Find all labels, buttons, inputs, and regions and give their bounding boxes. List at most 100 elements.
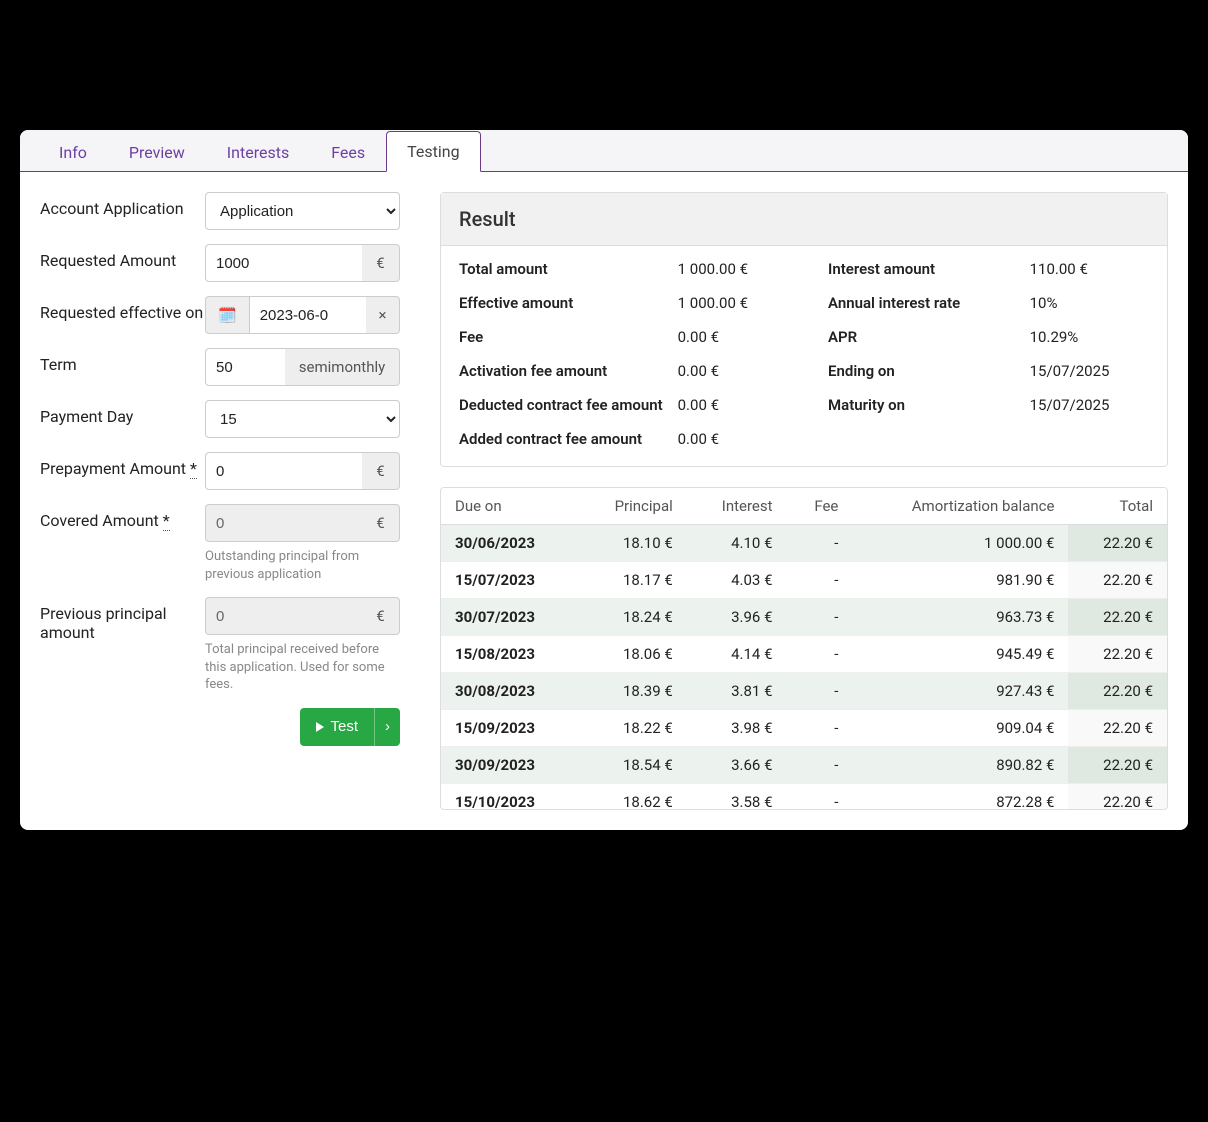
currency-addon: € [362, 504, 400, 542]
schedule-header: Due on [441, 488, 578, 525]
tab-preview[interactable]: Preview [108, 132, 206, 172]
result-label: Total amount [459, 252, 664, 286]
term-label: Term [40, 348, 205, 374]
result-value: 0.00 € [678, 320, 814, 354]
result-value: 1 000.00 € [678, 252, 814, 286]
covered-amount-input [205, 504, 362, 542]
result-label: Added contract fee amount [459, 422, 664, 456]
account-application-select[interactable]: Application [205, 192, 400, 230]
currency-addon: € [362, 597, 400, 635]
covered-asterisk: * [163, 511, 170, 531]
prepayment-asterisk: * [190, 459, 197, 479]
form-panel: Account Application Application Requeste… [40, 192, 400, 810]
schedule-cell: 3.98 € [687, 710, 787, 747]
schedule-table-wrapper: Due onPrincipalInterestFeeAmortization b… [440, 487, 1168, 810]
schedule-cell: 3.96 € [687, 599, 787, 636]
tab-testing[interactable]: Testing [386, 131, 480, 172]
schedule-cell: 15/08/2023 [441, 636, 578, 673]
prepayment-amount-input[interactable] [205, 452, 362, 490]
requested-effective-label: Requested effective on [40, 296, 205, 322]
result-label: Interest amount [828, 252, 1016, 286]
calendar-icon[interactable]: 🗓️ [205, 296, 249, 334]
payment-day-label: Payment Day [40, 400, 205, 426]
clear-date-button[interactable]: × [366, 296, 400, 334]
schedule-cell: 30/06/2023 [441, 525, 578, 562]
schedule-header: Amortization balance [852, 488, 1068, 525]
result-title: Result [441, 193, 1167, 246]
table-row: 15/10/202318.62 €3.58 €-872.28 €22.20 € [441, 784, 1167, 811]
schedule-cell: 927.43 € [852, 673, 1068, 710]
schedule-cell: 18.06 € [578, 636, 687, 673]
payment-day-select[interactable]: 15 [205, 400, 400, 438]
requested-amount-label: Requested Amount [40, 244, 205, 270]
schedule-cell: 18.17 € [578, 562, 687, 599]
table-row: 15/07/202318.17 €4.03 €-981.90 €22.20 € [441, 562, 1167, 599]
tab-bar: Info Preview Interests Fees Testing [20, 130, 1188, 172]
result-label: Annual interest rate [828, 286, 1016, 320]
app-window: Info Preview Interests Fees Testing Acco… [20, 130, 1188, 830]
test-button-caret[interactable]: › [374, 708, 400, 746]
requested-amount-input[interactable] [205, 244, 362, 282]
schedule-cell: - [787, 710, 853, 747]
schedule-cell: - [787, 525, 853, 562]
result-label: Activation fee amount [459, 354, 664, 388]
schedule-cell: 15/10/2023 [441, 784, 578, 811]
table-row: 30/06/202318.10 €4.10 €-1 000.00 €22.20 … [441, 525, 1167, 562]
term-input[interactable] [205, 348, 285, 386]
schedule-cell: 30/09/2023 [441, 747, 578, 784]
schedule-cell: - [787, 673, 853, 710]
schedule-cell: 963.73 € [852, 599, 1068, 636]
schedule-cell: 4.14 € [687, 636, 787, 673]
schedule-cell: - [787, 747, 853, 784]
schedule-cell: 22.20 € [1068, 710, 1167, 747]
schedule-cell: 22.20 € [1068, 673, 1167, 710]
result-label: Maturity on [828, 388, 1016, 422]
schedule-header: Principal [578, 488, 687, 525]
schedule-cell: - [787, 599, 853, 636]
schedule-cell: 872.28 € [852, 784, 1068, 811]
schedule-header: Total [1068, 488, 1167, 525]
schedule-cell: 3.81 € [687, 673, 787, 710]
schedule-table: Due onPrincipalInterestFeeAmortization b… [441, 488, 1167, 810]
test-button[interactable]: Test › [300, 708, 400, 746]
schedule-cell: - [787, 636, 853, 673]
schedule-cell: 3.58 € [687, 784, 787, 811]
currency-addon: € [362, 452, 400, 490]
table-row: 30/09/202318.54 €3.66 €-890.82 €22.20 € [441, 747, 1167, 784]
result-value: 0.00 € [678, 354, 814, 388]
schedule-cell: 15/09/2023 [441, 710, 578, 747]
result-label: Ending on [828, 354, 1016, 388]
play-icon [316, 722, 324, 732]
tab-interests[interactable]: Interests [206, 132, 310, 172]
schedule-cell: 15/07/2023 [441, 562, 578, 599]
schedule-cell: 1 000.00 € [852, 525, 1068, 562]
schedule-cell: 981.90 € [852, 562, 1068, 599]
result-value: 15/07/2025 [1030, 388, 1149, 422]
prepayment-amount-label: Prepayment Amount * [40, 452, 205, 478]
schedule-cell: 18.22 € [578, 710, 687, 747]
schedule-header: Fee [787, 488, 853, 525]
covered-amount-help: Outstanding principal from previous appl… [205, 548, 400, 583]
schedule-cell: - [787, 784, 853, 811]
schedule-cell: 22.20 € [1068, 784, 1167, 811]
result-value: 0.00 € [678, 388, 814, 422]
result-value: 15/07/2025 [1030, 354, 1149, 388]
schedule-cell: 22.20 € [1068, 636, 1167, 673]
table-row: 30/07/202318.24 €3.96 €-963.73 €22.20 € [441, 599, 1167, 636]
schedule-cell: 4.03 € [687, 562, 787, 599]
schedule-cell: 30/08/2023 [441, 673, 578, 710]
currency-addon: € [362, 244, 400, 282]
previous-principal-input [205, 597, 362, 635]
requested-effective-input[interactable] [249, 296, 366, 334]
table-row: 15/08/202318.06 €4.14 €-945.49 €22.20 € [441, 636, 1167, 673]
result-label: Deducted contract fee amount [459, 388, 664, 422]
schedule-cell: 18.10 € [578, 525, 687, 562]
result-label: APR [828, 320, 1016, 354]
schedule-header: Interest [687, 488, 787, 525]
schedule-cell: 30/07/2023 [441, 599, 578, 636]
tab-fees[interactable]: Fees [310, 132, 386, 172]
schedule-cell: 18.62 € [578, 784, 687, 811]
tab-info[interactable]: Info [38, 132, 108, 172]
term-unit-addon: semimonthly [285, 348, 400, 386]
account-application-label: Account Application [40, 192, 205, 218]
